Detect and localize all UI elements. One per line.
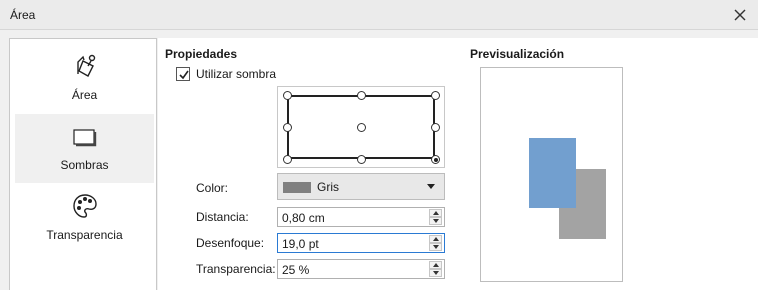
paint-bucket-icon bbox=[76, 54, 95, 77]
palette-icon bbox=[72, 194, 97, 218]
position-center[interactable] bbox=[357, 123, 366, 132]
position-bottom-left[interactable] bbox=[283, 155, 292, 164]
preview-heading: Previsualización bbox=[470, 47, 565, 61]
distance-spinbox[interactable]: 0,80 cm bbox=[277, 207, 445, 227]
distance-spin-buttons bbox=[429, 209, 442, 225]
properties-heading: Propiedades bbox=[165, 47, 238, 61]
window-title: Área bbox=[10, 8, 36, 22]
increment-icon[interactable] bbox=[429, 235, 442, 243]
sidebar-item-shadows[interactable]: Sombras bbox=[15, 114, 154, 183]
color-swatch bbox=[283, 182, 311, 193]
transparency-label: Transparencia: bbox=[196, 262, 276, 276]
position-top-center[interactable] bbox=[357, 91, 366, 100]
color-label: Color: bbox=[196, 181, 229, 195]
preview-object bbox=[529, 138, 576, 208]
close-icon[interactable] bbox=[732, 7, 748, 23]
check-icon bbox=[179, 70, 189, 80]
blur-spin-buttons bbox=[429, 235, 442, 251]
position-bottom-center[interactable] bbox=[357, 155, 366, 164]
shadow-box-icon bbox=[72, 129, 96, 147]
distance-value: 0,80 cm bbox=[282, 211, 325, 225]
shadow-position-selector[interactable] bbox=[277, 86, 445, 168]
sidebar-item-label: Transparencia bbox=[46, 228, 123, 242]
position-bottom-right[interactable] bbox=[431, 155, 440, 164]
preview-canvas bbox=[480, 67, 623, 282]
blur-spinbox[interactable]: 19,0 pt bbox=[277, 233, 445, 253]
position-top-right[interactable] bbox=[431, 91, 440, 100]
decrement-icon[interactable] bbox=[429, 243, 442, 251]
decrement-icon[interactable] bbox=[429, 269, 442, 277]
sidebar: Área Sombras Transparencia bbox=[9, 38, 157, 290]
use-shadow-label: Utilizar sombra bbox=[196, 67, 277, 81]
sidebar-item-label: Área bbox=[71, 88, 98, 102]
title-bar: Área bbox=[0, 0, 758, 30]
position-top-left[interactable] bbox=[283, 91, 292, 100]
blur-value: 19,0 pt bbox=[282, 237, 319, 251]
distance-label: Distancia: bbox=[196, 210, 249, 224]
position-middle-left[interactable] bbox=[283, 123, 292, 132]
increment-icon[interactable] bbox=[429, 261, 442, 269]
chevron-down-icon bbox=[427, 184, 435, 189]
decrement-icon[interactable] bbox=[429, 217, 442, 225]
use-shadow-checkbox[interactable] bbox=[176, 67, 190, 81]
color-value: Gris bbox=[317, 180, 339, 194]
position-middle-right[interactable] bbox=[431, 123, 440, 132]
sidebar-item-area[interactable]: Área bbox=[15, 44, 154, 113]
increment-icon[interactable] bbox=[429, 209, 442, 217]
transparency-value: 25 % bbox=[282, 263, 310, 277]
color-dropdown[interactable]: Gris bbox=[277, 173, 445, 200]
blur-label: Desenfoque: bbox=[196, 236, 265, 250]
transparency-spin-buttons bbox=[429, 261, 442, 277]
sidebar-item-label: Sombras bbox=[60, 158, 109, 172]
transparency-spinbox[interactable]: 25 % bbox=[277, 259, 445, 279]
sidebar-item-transparency[interactable]: Transparencia bbox=[15, 184, 154, 253]
